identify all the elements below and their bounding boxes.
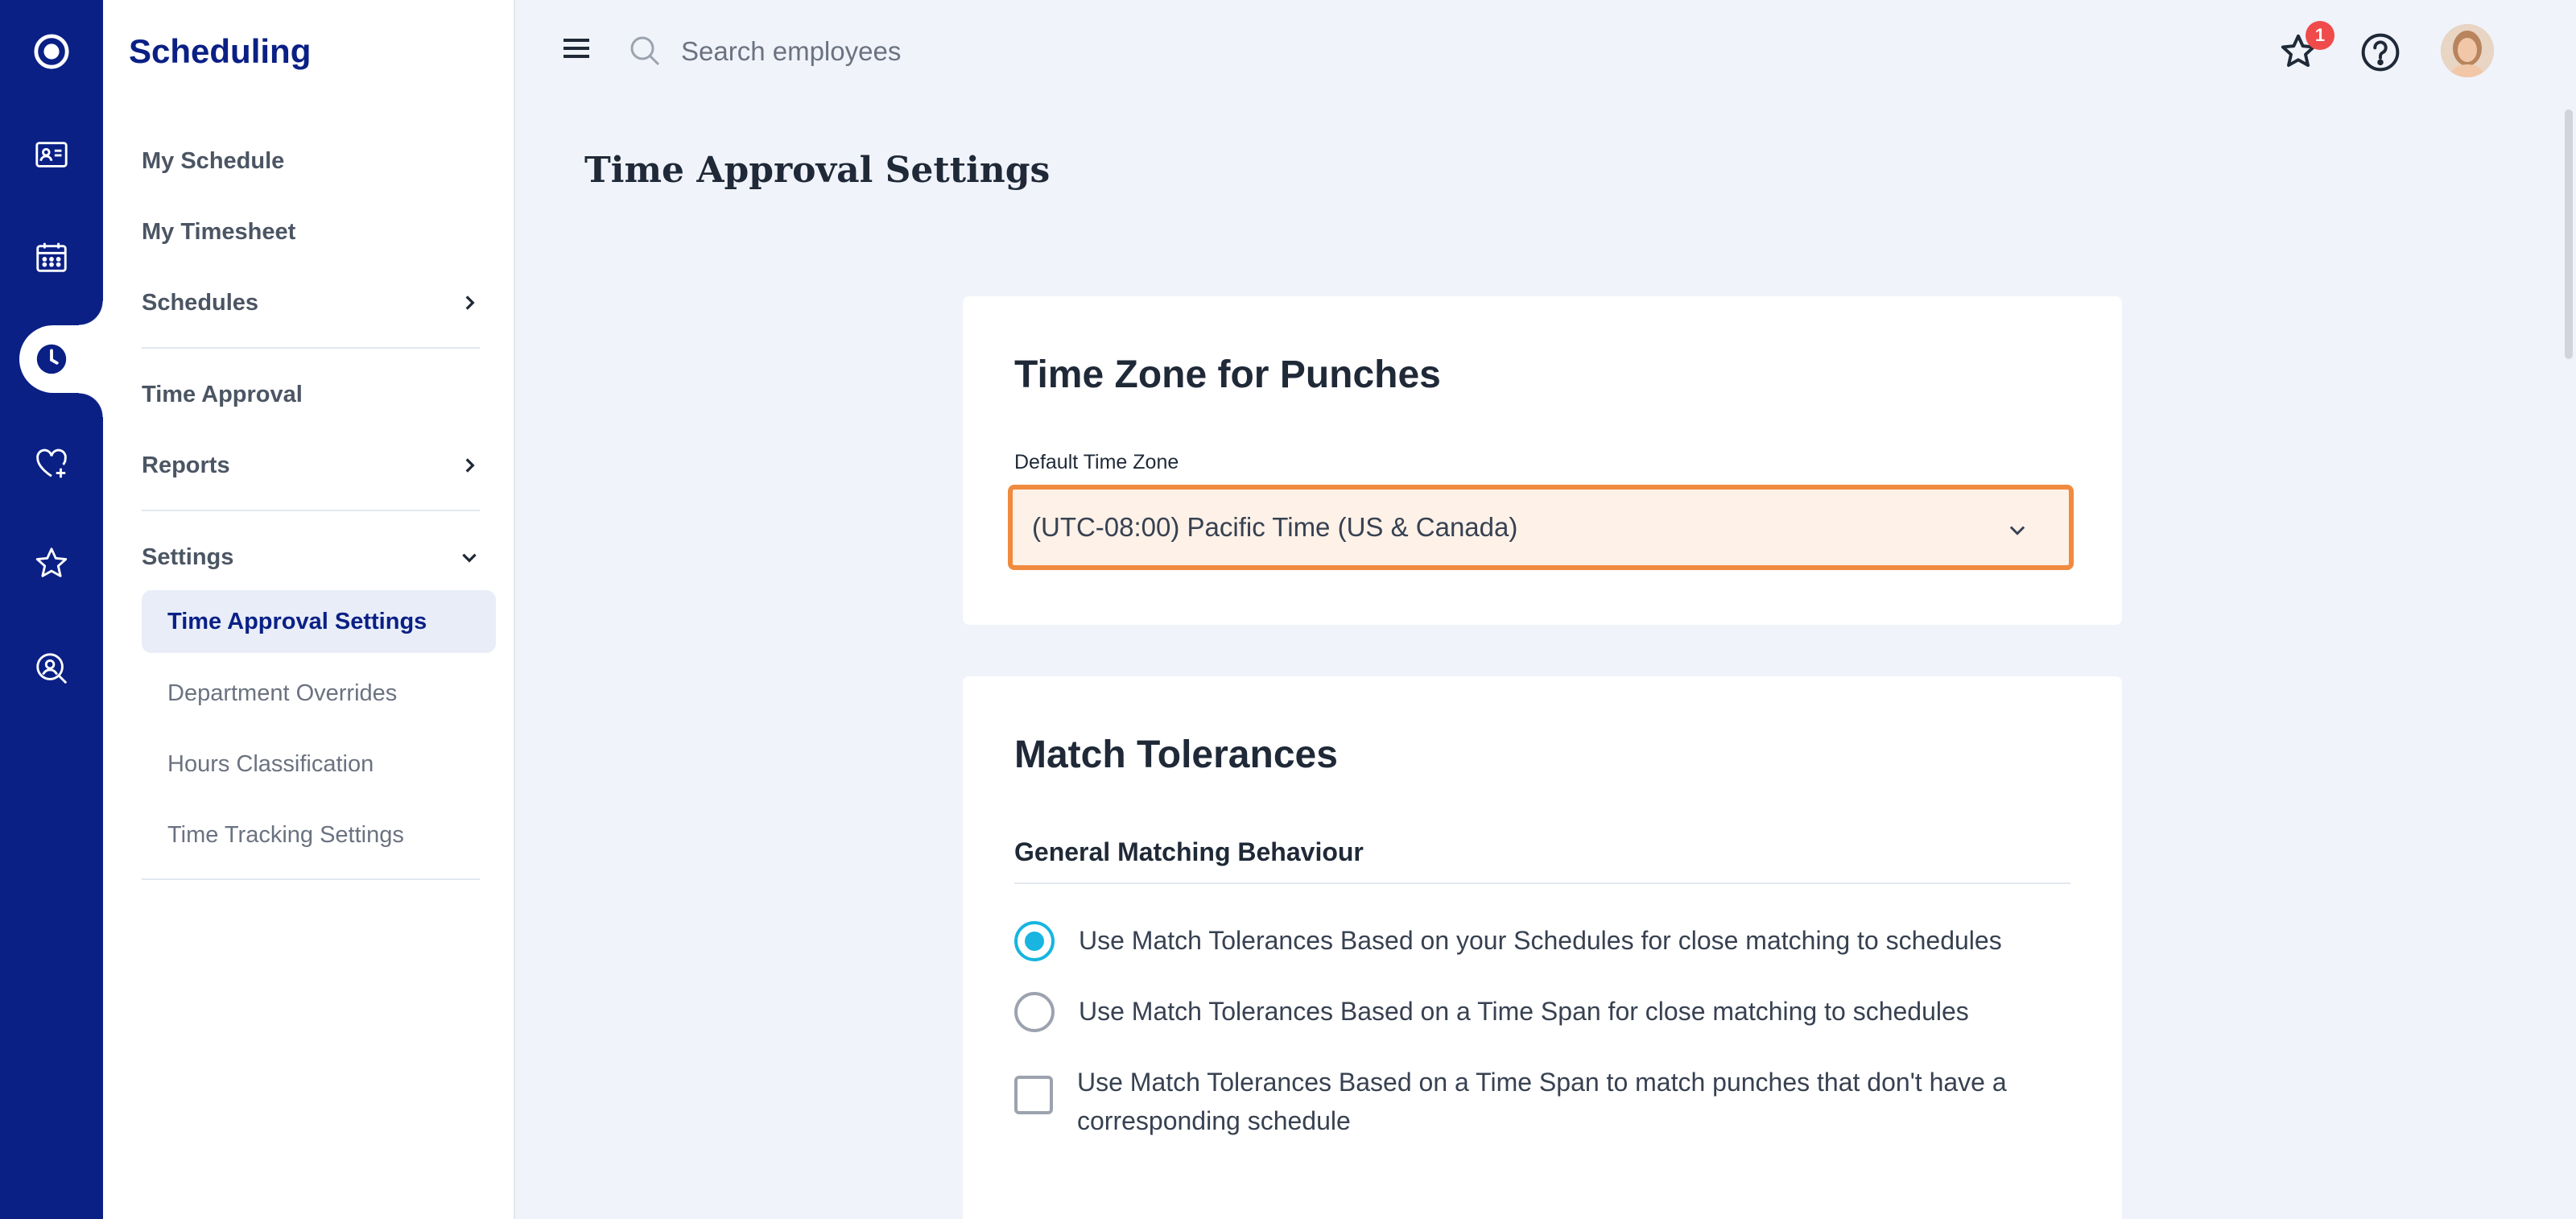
calendar-icon — [36, 242, 67, 272]
sidebar-item-label: Reports — [142, 452, 230, 478]
chevron-right-icon — [465, 295, 475, 310]
logo-icon — [34, 34, 69, 69]
sidebar-subitem-time-tracking-settings[interactable]: Time Tracking Settings — [142, 804, 496, 866]
app-title: Scheduling — [129, 32, 312, 70]
sidebar-item-my-schedule[interactable]: My Schedule — [142, 137, 480, 185]
star-icon — [35, 548, 68, 577]
search-input[interactable] — [681, 27, 1245, 76]
chevron-right-icon — [465, 458, 475, 473]
sidebar-item-reports[interactable]: Reports — [142, 441, 480, 490]
notification-badge: 1 — [2306, 21, 2334, 50]
card-title: Match Tolerances — [1014, 733, 1338, 776]
option-unscheduled-punches[interactable]: Use Match Tolerances Based on a Time Spa… — [1014, 1063, 2077, 1140]
rail-item-people[interactable] — [0, 122, 103, 187]
sidebar-divider — [142, 510, 480, 511]
sidebar-subitem-label: Department Overrides — [167, 680, 398, 706]
page-title: Time Approval Settings — [584, 150, 1051, 191]
avatar[interactable] — [2441, 24, 2494, 77]
heart-plus-icon — [36, 448, 67, 478]
sidebar-subitem-label: Time Approval Settings — [167, 608, 427, 634]
app-logo[interactable] — [0, 19, 103, 84]
user-photo-icon — [2441, 24, 2494, 77]
option-label: Use Match Tolerances Based on a Time Spa… — [1077, 1068, 2007, 1135]
sidebar-divider — [142, 347, 480, 349]
sidebar-item-label: My Schedule — [142, 147, 285, 174]
time-zone-select[interactable]: (UTC-08:00) Pacific Time (US & Canada) — [1008, 485, 2074, 570]
rail-item-schedule[interactable] — [0, 225, 103, 290]
sidebar-item-label: Time Approval — [142, 381, 303, 407]
sidebar-subitem-label: Hours Classification — [167, 750, 374, 777]
radio-button[interactable] — [1014, 921, 1055, 961]
page-scrollbar[interactable] — [2565, 110, 2573, 359]
option-label: Use Match Tolerances Based on your Sched… — [1079, 926, 2002, 955]
chevron-down-icon — [2009, 526, 2025, 535]
contact-card-icon — [35, 142, 68, 167]
section-label: General Matching Behaviour — [1014, 837, 1364, 866]
option-time-span[interactable]: Use Match Tolerances Based on a Time Spa… — [1014, 992, 2077, 1032]
checkbox[interactable] — [1014, 1076, 1053, 1114]
match-tolerances-card: Match Tolerances General Matching Behavi… — [963, 676, 2122, 1219]
sidebar-item-schedules[interactable]: Schedules — [142, 279, 480, 327]
radio-button[interactable] — [1014, 992, 1055, 1032]
icon-rail — [0, 0, 103, 1219]
sidebar: Scheduling My Schedule My Timesheet Sche… — [103, 0, 515, 1219]
sidebar-subitem-hours-classification[interactable]: Hours Classification — [142, 733, 496, 795]
time-zone-select-value: (UTC-08:00) Pacific Time (US & Canada) — [1032, 512, 1518, 542]
option-schedule-based[interactable]: Use Match Tolerances Based on your Sched… — [1014, 921, 2077, 961]
rail-item-time[interactable] — [19, 327, 84, 391]
sidebar-item-label: My Timesheet — [142, 218, 296, 245]
sidebar-item-my-timesheet[interactable]: My Timesheet — [142, 208, 480, 256]
person-search-icon — [36, 653, 68, 684]
rail-item-recognition[interactable] — [0, 531, 103, 596]
time-zone-card: Time Zone for Punches Default Time Zone … — [963, 296, 2122, 625]
sidebar-item-settings[interactable]: Settings — [142, 533, 480, 581]
option-label: Use Match Tolerances Based on a Time Spa… — [1079, 997, 1969, 1026]
sidebar-item-time-approval[interactable]: Time Approval — [142, 370, 480, 419]
clock-icon — [36, 344, 67, 374]
sidebar-subitem-label: Time Tracking Settings — [167, 821, 404, 848]
search-icon — [630, 36, 660, 66]
field-label: Default Time Zone — [1014, 451, 1179, 473]
top-bar: 1 — [515, 0, 2576, 105]
section-divider — [1014, 882, 2070, 884]
card-title: Time Zone for Punches — [1014, 353, 1441, 396]
rail-item-search-people[interactable] — [0, 636, 103, 700]
rail-item-wellness[interactable] — [0, 432, 103, 496]
help-icon[interactable] — [2359, 31, 2402, 74]
sidebar-subitem-time-approval-settings[interactable]: Time Approval Settings — [142, 590, 496, 653]
chevron-down-icon — [462, 553, 477, 563]
sidebar-subitem-department-overrides[interactable]: Department Overrides — [142, 662, 496, 725]
sidebar-divider — [142, 878, 480, 880]
menu-icon[interactable] — [560, 32, 592, 64]
sidebar-item-label: Schedules — [142, 289, 259, 316]
sidebar-item-label: Settings — [142, 543, 234, 570]
